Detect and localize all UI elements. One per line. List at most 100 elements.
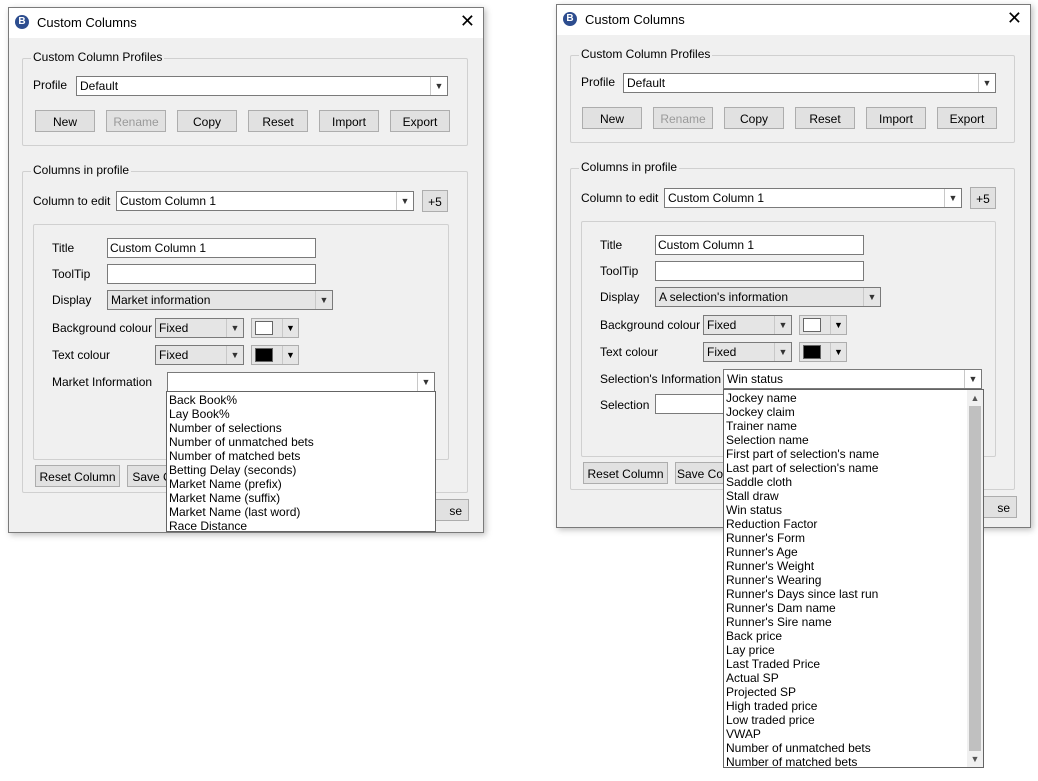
dropdown-option[interactable]: Jockey claim [724, 405, 967, 419]
dropdown-option[interactable]: Win status [724, 503, 967, 517]
dropdown-option[interactable]: Actual SP [724, 671, 967, 685]
chevron-down-icon: ▼ [964, 370, 981, 388]
text-colour-label: Text colour [52, 348, 111, 362]
export-button[interactable]: Export [937, 107, 997, 129]
chevron-down-icon: ▼ [774, 316, 791, 334]
save-column-button[interactable]: Save Co [675, 462, 725, 484]
import-button[interactable]: Import [866, 107, 926, 129]
export-button[interactable]: Export [390, 110, 450, 132]
new-button[interactable]: New [35, 110, 95, 132]
reset-button[interactable]: Reset [795, 107, 855, 129]
chevron-down-icon: ▼ [978, 74, 995, 92]
column-to-edit-select[interactable]: Custom Column 1 ▼ [116, 191, 414, 211]
chevron-down-icon: ▼ [282, 346, 298, 364]
dropdown-option[interactable]: Race Distance [167, 519, 435, 531]
market-information-select[interactable]: ▼ [167, 372, 435, 392]
background-color-chip [255, 321, 273, 335]
dropdown-option[interactable]: High traded price [724, 699, 967, 713]
reset-button[interactable]: Reset [248, 110, 308, 132]
profile-select[interactable]: Default ▼ [76, 76, 448, 96]
dropdown-option[interactable]: Runner's Sire name [724, 615, 967, 629]
dropdown-option[interactable]: Market Name (last word) [167, 505, 435, 519]
display-select[interactable]: Market information ▼ [107, 290, 333, 310]
dropdown-option[interactable]: Lay price [724, 643, 967, 657]
rename-button[interactable]: Rename [106, 110, 166, 132]
add-five-button[interactable]: +5 [422, 190, 448, 212]
tooltip-input[interactable] [107, 264, 316, 284]
dropdown-option[interactable]: Runner's Form [724, 531, 967, 545]
dropdown-option[interactable]: Runner's Weight [724, 559, 967, 573]
profile-select-value: Default [80, 79, 119, 93]
dropdown-option[interactable]: Runner's Age [724, 545, 967, 559]
dropdown-option[interactable]: Back price [724, 629, 967, 643]
dropdown-option[interactable]: Reduction Factor [724, 517, 967, 531]
dropdown-option[interactable]: First part of selection's name [724, 447, 967, 461]
tooltip-input[interactable] [655, 261, 864, 281]
chevron-down-icon: ▼ [226, 319, 243, 337]
dropdown-option[interactable]: Low traded price [724, 713, 967, 727]
close-icon[interactable]: ✕ [460, 11, 475, 31]
close-icon[interactable]: ✕ [1007, 8, 1022, 28]
dropdown-option[interactable]: Last Traded Price [724, 657, 967, 671]
selections-information-dropdown: Jockey name Jockey claim Trainer name Selec… [723, 389, 984, 768]
profile-label: Profile [33, 78, 68, 92]
copy-button[interactable]: Copy [177, 110, 237, 132]
text-color-picker[interactable]: ▼ [799, 342, 847, 362]
dropdown-option[interactable]: Betting Delay (seconds) [167, 463, 435, 477]
dropdown-option[interactable]: Last part of selection's name [724, 461, 967, 475]
dropdown-option[interactable]: Runner's Days since last run [724, 587, 967, 601]
import-button[interactable]: Import [319, 110, 379, 132]
text-mode-value: Fixed [159, 348, 189, 362]
scroll-down-icon[interactable]: ▼ [967, 751, 983, 767]
add-five-button[interactable]: +5 [970, 187, 996, 209]
dropdown-option[interactable]: Number of unmatched bets [724, 741, 967, 755]
text-colour-label: Text colour [600, 345, 659, 359]
background-color-picker[interactable]: ▼ [799, 315, 847, 335]
dropdown-option[interactable]: Stall draw [724, 489, 967, 503]
dropdown-option[interactable]: Saddle cloth [724, 475, 967, 489]
copy-button[interactable]: Copy [724, 107, 784, 129]
dropdown-option[interactable]: Number of matched bets [724, 755, 967, 767]
dropdown-option[interactable]: Lay Book% [167, 407, 435, 421]
new-button[interactable]: New [582, 107, 642, 129]
dropdown-option[interactable]: Number of matched bets [167, 449, 435, 463]
display-select[interactable]: A selection's information ▼ [655, 287, 881, 307]
scroll-thumb[interactable] [969, 406, 981, 751]
dropdown-option[interactable]: Jockey name [724, 391, 967, 405]
text-mode-select[interactable]: Fixed ▼ [155, 345, 244, 365]
background-mode-value: Fixed [707, 318, 737, 332]
dropdown-option[interactable]: Market Name (prefix) [167, 477, 435, 491]
background-color-picker[interactable]: ▼ [251, 318, 299, 338]
dropdown-option[interactable]: Runner's Wearing [724, 573, 967, 587]
column-to-edit-label: Column to edit [581, 191, 659, 205]
selections-information-select[interactable]: Win status ▼ [723, 369, 982, 389]
dropdown-option[interactable]: Trainer name [724, 419, 967, 433]
dropdown-option[interactable]: Market Name (suffix) [167, 491, 435, 505]
title-input[interactable]: Custom Column 1 [107, 238, 316, 258]
background-mode-select[interactable]: Fixed ▼ [703, 315, 792, 335]
text-color-picker[interactable]: ▼ [251, 345, 299, 365]
reset-column-button[interactable]: Reset Column [35, 465, 120, 487]
dropdown-list: Back Book% Lay Book% Number of selections N… [167, 392, 435, 531]
dropdown-option[interactable]: Runner's Dam name [724, 601, 967, 615]
background-mode-select[interactable]: Fixed ▼ [155, 318, 244, 338]
dropdown-option[interactable]: Projected SP [724, 685, 967, 699]
dropdown-option[interactable]: VWAP [724, 727, 967, 741]
display-value: Market information [111, 293, 211, 307]
text-mode-select[interactable]: Fixed ▼ [703, 342, 792, 362]
column-to-edit-value: Custom Column 1 [120, 194, 217, 208]
title-input[interactable]: Custom Column 1 [655, 235, 864, 255]
dropdown-option[interactable]: Selection name [724, 433, 967, 447]
scroll-up-icon[interactable]: ▲ [967, 390, 983, 406]
title-bar: B Custom Columns ✕ [9, 8, 483, 38]
dropdown-option[interactable]: Back Book% [167, 393, 435, 407]
dropdown-option[interactable]: Number of unmatched bets [167, 435, 435, 449]
profile-select[interactable]: Default ▼ [623, 73, 996, 93]
dropdown-option[interactable]: Number of selections [167, 421, 435, 435]
dropdown-scrollbar[interactable]: ▲ ▼ [967, 390, 983, 767]
rename-button[interactable]: Rename [653, 107, 713, 129]
background-mode-value: Fixed [159, 321, 189, 335]
column-to-edit-select[interactable]: Custom Column 1 ▼ [664, 188, 962, 208]
reset-column-button[interactable]: Reset Column [583, 462, 668, 484]
app-logo-icon: B [15, 15, 29, 29]
